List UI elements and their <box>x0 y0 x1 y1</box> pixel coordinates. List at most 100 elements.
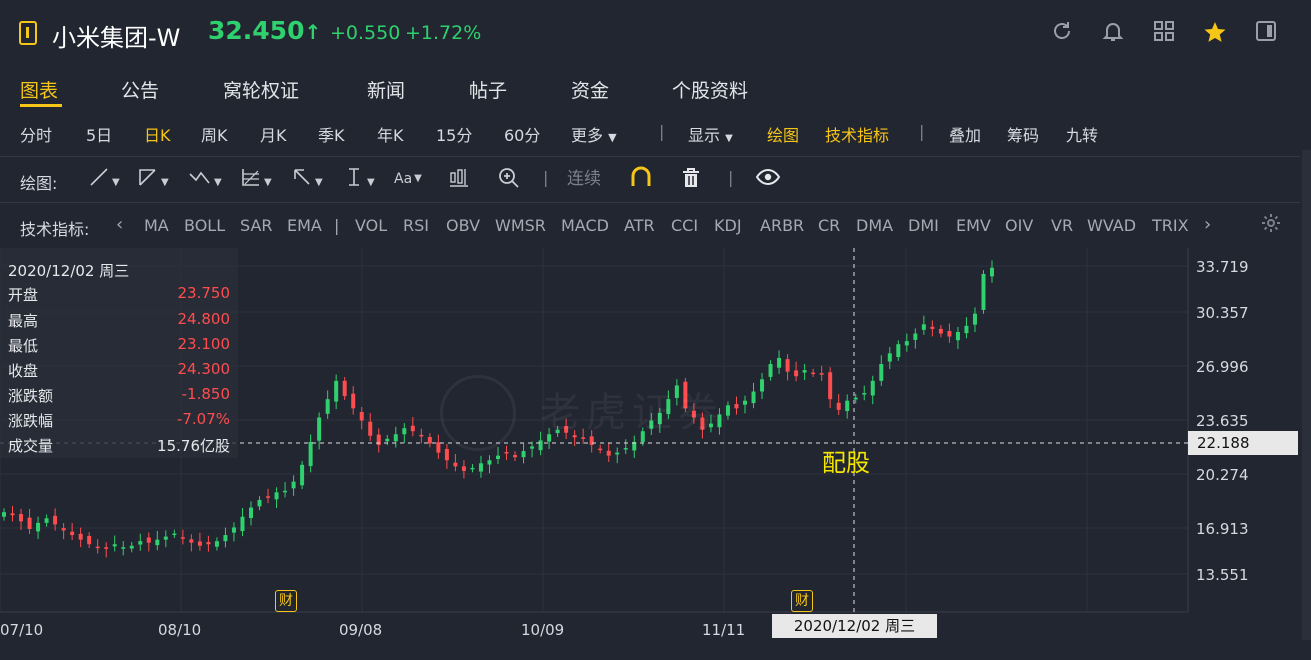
candle-body <box>606 450 611 456</box>
indicator-obv[interactable]: OBV <box>446 216 480 235</box>
tab-announcements[interactable]: 公告 <box>121 76 159 103</box>
period-5day[interactable]: 5日 <box>86 122 112 146</box>
tab-news[interactable]: 新闻 <box>367 76 405 103</box>
candle-tool-icon[interactable] <box>448 166 470 192</box>
tab-profile[interactable]: 个股资料 <box>672 76 748 103</box>
tech-indicators-toggle[interactable]: 技术指标 <box>825 122 889 146</box>
earnings-marker[interactable]: 财 <box>275 590 297 612</box>
indicator-atr[interactable]: ATR <box>624 216 655 235</box>
tab-capital[interactable]: 资金 <box>571 76 609 103</box>
indicator-kdj[interactable]: KDJ <box>714 216 742 235</box>
overlay-button[interactable]: 叠加 <box>949 122 981 146</box>
indicator-sar[interactable]: SAR <box>240 216 273 235</box>
chevron-left-icon[interactable]: ‹ <box>116 214 123 235</box>
indicator-cr[interactable]: CR <box>818 216 840 235</box>
scrollbar[interactable] <box>1302 150 1311 640</box>
gear-icon[interactable] <box>1261 213 1281 237</box>
indicator-vr[interactable]: VR <box>1051 216 1073 235</box>
ohlc-value: -1.850 <box>181 385 230 403</box>
nine-turn-button[interactable]: 九转 <box>1066 122 1098 146</box>
period-weekly[interactable]: 周K <box>201 122 228 146</box>
tab-chart[interactable]: 图表 <box>20 76 58 103</box>
period-60min[interactable]: 60分 <box>504 122 540 146</box>
indicator-arbr[interactable]: ARBR <box>760 216 804 235</box>
indicator-wmsr[interactable]: WMSR <box>495 216 546 235</box>
text-tool-icon[interactable]: Aa ▼ <box>394 166 422 192</box>
period-daily[interactable]: 日K <box>144 122 171 146</box>
text-cursor-tool-icon[interactable]: ▼ <box>343 166 375 192</box>
eye-icon[interactable] <box>755 166 781 192</box>
indicator-oiv[interactable]: OIV <box>1005 216 1033 235</box>
bell-icon[interactable] <box>1101 20 1125 44</box>
panel-toggle-icon[interactable] <box>1254 20 1278 44</box>
candle-body <box>10 513 15 516</box>
candle-body <box>325 399 330 414</box>
indicator-cci[interactable]: CCI <box>671 216 698 235</box>
display-dropdown[interactable]: 显示 ▼ <box>688 122 733 146</box>
chips-button[interactable]: 筹码 <box>1007 122 1039 146</box>
candle-body <box>904 341 909 346</box>
indicator-vol[interactable]: VOL <box>355 216 387 235</box>
period-15min[interactable]: 15分 <box>436 122 472 146</box>
ohlc-label: 涨跌幅 <box>8 412 54 430</box>
indicator-boll[interactable]: BOLL <box>184 216 225 235</box>
tab-warrants[interactable]: 窝轮权证 <box>223 76 299 103</box>
candle-body <box>146 537 151 543</box>
candle-body <box>214 541 219 547</box>
indicator-macd[interactable]: MACD <box>561 216 609 235</box>
divider: | <box>334 216 340 235</box>
candle-body <box>19 513 24 522</box>
indicator-dma[interactable]: DMA <box>856 216 893 235</box>
candle-body <box>530 446 535 449</box>
period-intraday[interactable]: 分时 <box>20 122 52 146</box>
indicator-emv[interactable]: EMV <box>956 216 991 235</box>
date-tick-label: 10/09 <box>521 621 565 639</box>
candle-body <box>36 522 41 532</box>
candle-body <box>206 542 211 545</box>
line-tool-icon[interactable]: ▼ <box>88 166 120 192</box>
earnings-marker[interactable]: 财 <box>791 590 813 612</box>
indicator-ema[interactable]: EMA <box>287 216 322 235</box>
candle-body <box>836 402 841 410</box>
refresh-icon[interactable] <box>1050 20 1074 44</box>
candle-body <box>913 333 918 340</box>
price-tick-label: 16.913 <box>1196 520 1249 538</box>
draw-toggle[interactable]: 绘图 <box>767 122 799 146</box>
indicator-rsi[interactable]: RSI <box>403 216 429 235</box>
tab-posts[interactable]: 帖子 <box>469 76 507 103</box>
continuous-toggle[interactable]: 连续 <box>567 166 601 192</box>
drawing-toolbar: 绘图: ▼ ▼ ▼ ▼ ▼ ▼ Aa ▼ | 连续 | <box>0 158 1311 202</box>
last-price-value: 32.450 <box>208 16 305 45</box>
candle-body <box>802 370 807 373</box>
wave-tool-icon[interactable]: ▼ <box>188 166 222 192</box>
indicator-wvad[interactable]: WVAD <box>1087 216 1136 235</box>
candle-body <box>879 364 884 381</box>
trash-icon[interactable] <box>680 166 702 192</box>
divider: | <box>543 168 549 187</box>
indicator-trix[interactable]: TRIX <box>1152 216 1189 235</box>
period-monthly[interactable]: 月K <box>260 122 287 146</box>
candle-body <box>725 405 730 416</box>
date-tick-label: 09/08 <box>339 621 383 639</box>
candle-body <box>351 393 356 409</box>
period-yearly[interactable]: 年K <box>377 122 404 146</box>
candle-body <box>180 537 185 539</box>
candle-body <box>53 515 58 525</box>
more-dropdown[interactable]: 更多 ▼ <box>571 122 617 146</box>
arrow-tool-icon[interactable]: ▼ <box>291 166 323 192</box>
active-tab-indicator <box>20 104 62 107</box>
grid-icon[interactable] <box>1152 20 1176 44</box>
candle-body <box>334 380 339 402</box>
indicator-dmi[interactable]: DMI <box>908 216 939 235</box>
fibonacci-tool-icon[interactable]: ▼ <box>240 166 272 192</box>
zoom-icon[interactable] <box>497 166 521 192</box>
star-icon[interactable] <box>1203 20 1227 44</box>
period-quarterly[interactable]: 季K <box>318 122 345 146</box>
candle-body <box>734 404 739 409</box>
candle-body <box>955 331 960 341</box>
more-label: 更多 <box>571 126 604 145</box>
magnet-icon[interactable] <box>629 166 653 192</box>
channel-tool-icon[interactable]: ▼ <box>137 166 169 192</box>
indicator-ma[interactable]: MA <box>144 216 169 235</box>
chevron-right-icon[interactable]: › <box>1204 214 1211 235</box>
